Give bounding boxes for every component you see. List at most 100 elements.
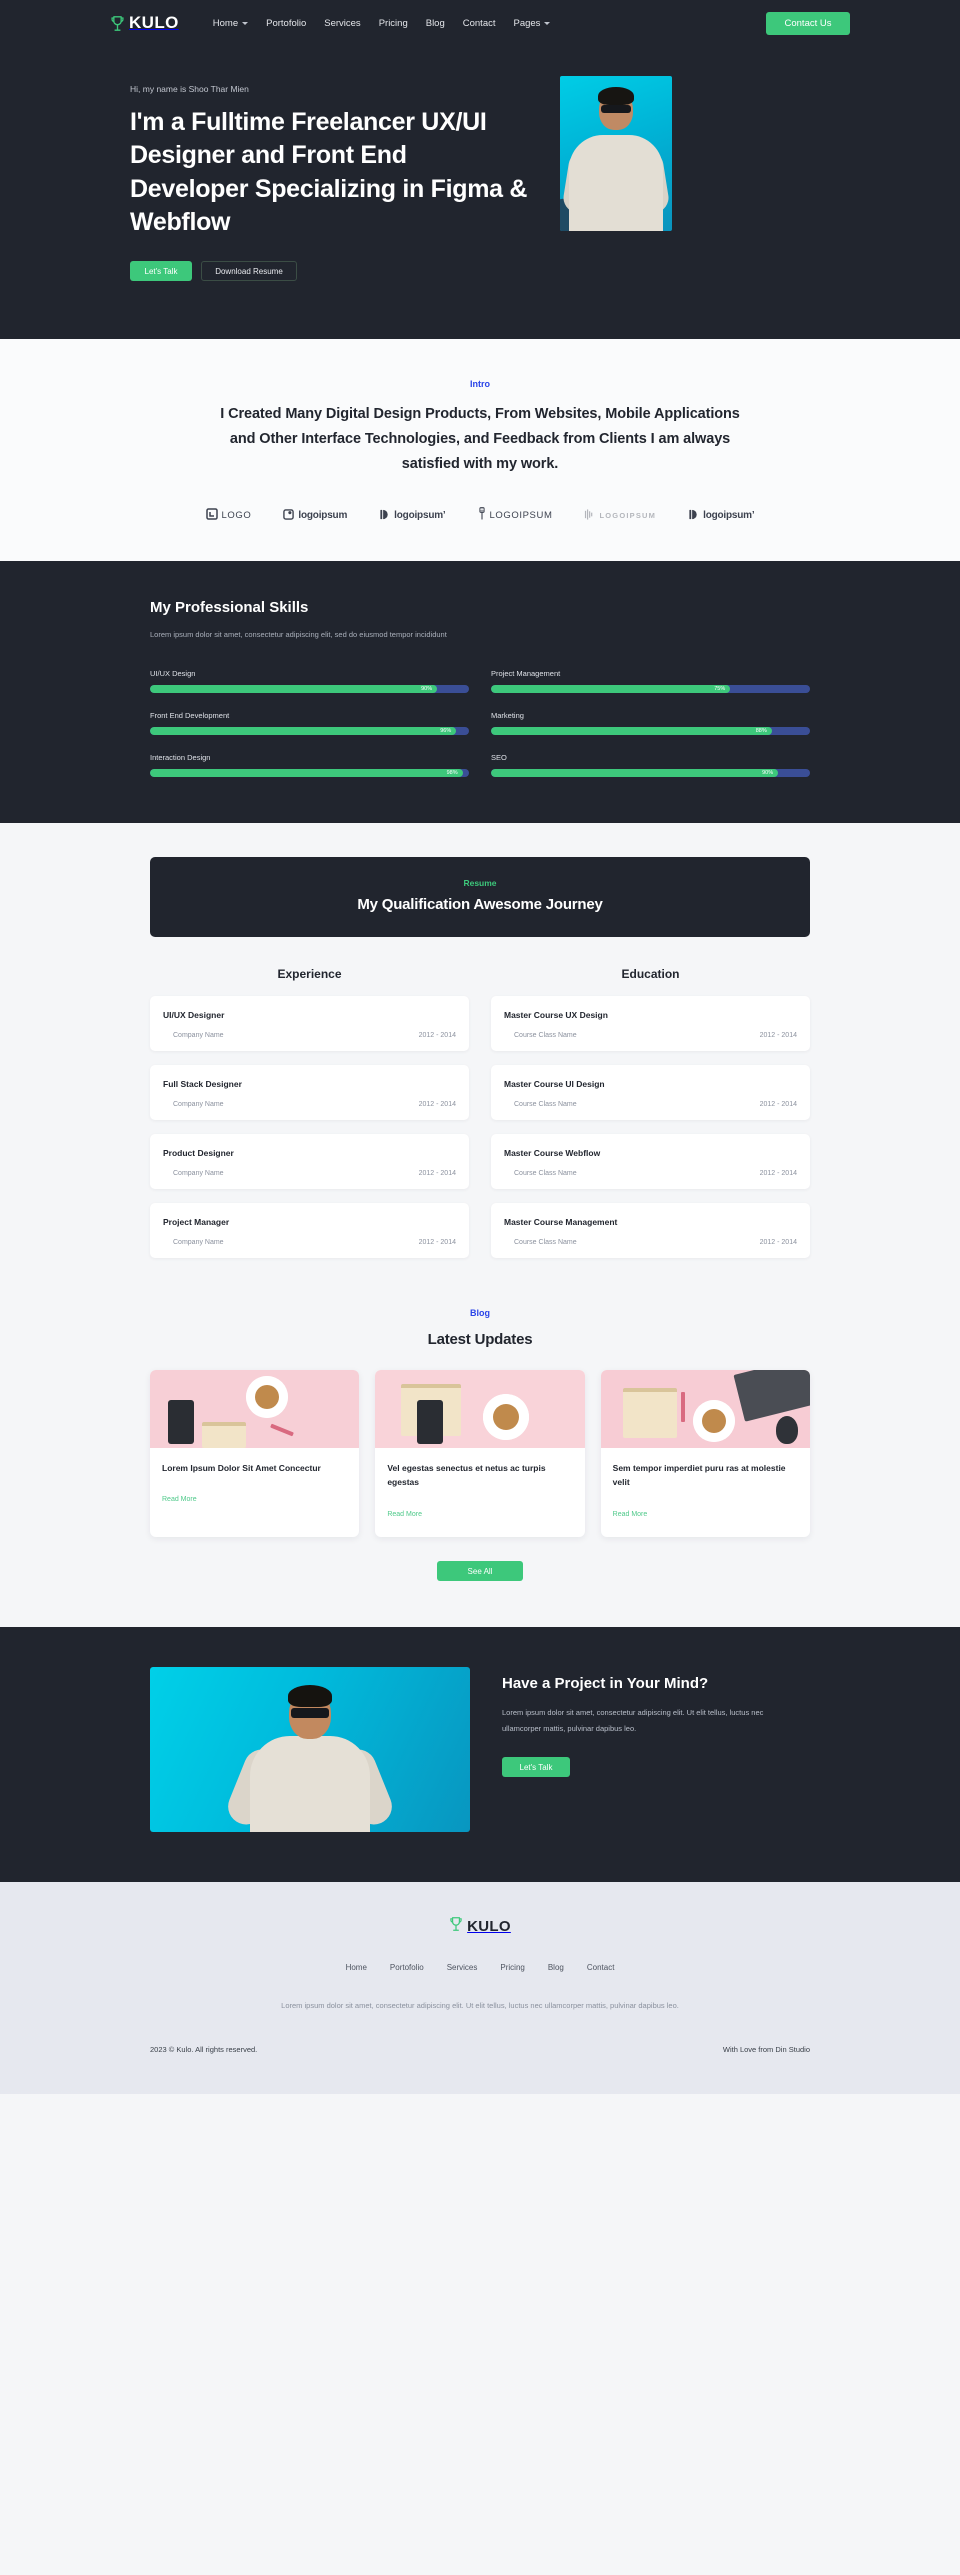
- skill-label: Marketing: [491, 710, 524, 720]
- resume-section: Resume My Qualification Awesome Journey …: [0, 822, 960, 1272]
- resume-banner-title: My Qualification Awesome Journey: [357, 895, 603, 913]
- sunglasses-icon: [601, 105, 631, 113]
- nav-item-services[interactable]: Services: [324, 18, 360, 29]
- nav-item-blog[interactable]: Blog: [426, 18, 445, 29]
- nav-item-label: Services: [324, 17, 361, 29]
- cta-lets-talk-button[interactable]: Let's Talk: [502, 1757, 570, 1778]
- footer-link-pricing[interactable]: Pricing: [500, 1963, 524, 1972]
- notepad-shape: [622, 1387, 677, 1438]
- footer-bottom-bar: 2023 © Kulo. All rights reserved. With L…: [150, 2045, 810, 2054]
- nav-item-contact[interactable]: Contact: [463, 18, 496, 29]
- coffee-liquid-shape: [701, 1408, 726, 1433]
- resume-eyebrow: Resume: [463, 877, 497, 888]
- blog-card-title: Sem tempor imperdiet puru ras at molesti…: [612, 1462, 786, 1488]
- footer-link-home[interactable]: Home: [346, 1963, 367, 1972]
- footer-link-blog[interactable]: Blog: [548, 1963, 564, 1972]
- blog-card[interactable]: Lorem Ipsum Dolor Sit Amet Concectur Rea…: [150, 1369, 360, 1538]
- portrait-body: [569, 135, 663, 231]
- lets-talk-button[interactable]: Let's Talk: [130, 261, 192, 281]
- client-logo: logoipsum’: [379, 507, 446, 525]
- education-title: Master Course Webflow: [504, 1147, 601, 1158]
- education-course: Course Class Name: [514, 1238, 577, 1246]
- skill-item: UI/UX Design 90%: [150, 669, 469, 693]
- trophy-icon: [449, 1916, 463, 1937]
- client-logo: logoipsum: [283, 507, 347, 525]
- read-more-link[interactable]: Read More: [162, 1496, 197, 1503]
- footer-credit: With Love from Din Studio: [722, 2044, 810, 2054]
- chevron-down-icon: [242, 21, 249, 25]
- cta-title: Have a Project in Your Mind?: [502, 1675, 709, 1693]
- footer-brand-logo[interactable]: KULO: [449, 1916, 511, 1937]
- education-title: Master Course Management: [504, 1216, 618, 1227]
- download-resume-button[interactable]: Download Resume: [201, 261, 297, 281]
- experience-card: Project Manager Company Name 2012 - 2014: [150, 1202, 469, 1258]
- experience-heading: Experience: [277, 966, 342, 981]
- client-logo-label: LOGO: [221, 510, 252, 522]
- nav-item-label: Portofolio: [266, 17, 307, 29]
- nav-item-label: Blog: [425, 17, 445, 29]
- nav-item-label: Pages: [513, 17, 541, 29]
- education-title: Master Course UX Design: [504, 1009, 608, 1020]
- nav-item-pages[interactable]: Pages: [514, 18, 551, 29]
- skill-item: SEO 90%: [491, 753, 810, 777]
- nav-item-pricing[interactable]: Pricing: [379, 18, 408, 29]
- nav-item-label: Contact: [462, 17, 496, 29]
- blog-title: Latest Updates: [427, 1330, 533, 1348]
- footer-description: Lorem ipsum dolor sit amet, consectetur …: [281, 2001, 679, 2011]
- skills-section: My Professional Skills Lorem ipsum dolor…: [0, 560, 960, 823]
- skill-progress-track: 75%: [491, 684, 810, 693]
- skill-progress-track: 96%: [150, 726, 469, 735]
- footer-nav: Home Portofolio Services Pricing Blog Co…: [0, 1963, 960, 1972]
- skill-percent: 75%: [714, 685, 726, 692]
- footer-link-portofolio[interactable]: Portofolio: [390, 1963, 424, 1972]
- cta-section: Have a Project in Your Mind? Lorem ipsum…: [0, 1627, 960, 1883]
- phone-shape: [417, 1399, 444, 1444]
- read-more-link[interactable]: Read More: [613, 1511, 648, 1518]
- site-footer: KULO Home Portofolio Services Pricing Bl…: [0, 1882, 960, 2094]
- main-navbar: KULO Home Portofolio Services Pricing Bl…: [0, 0, 960, 46]
- education-card: Master Course Management Course Class Na…: [491, 1202, 810, 1258]
- contact-us-button[interactable]: Contact Us: [766, 11, 850, 35]
- education-course: Course Class Name: [514, 1169, 577, 1177]
- cta-portrait-image: [150, 1667, 470, 1833]
- blog-card[interactable]: Vel egestas senectus et netus ac turpis …: [375, 1369, 585, 1538]
- nav-item-portofolio[interactable]: Portofolio: [266, 18, 306, 29]
- see-all-button[interactable]: See All: [437, 1561, 523, 1582]
- intro-section: Intro I Created Many Digital Design Prod…: [0, 339, 960, 561]
- read-more-link[interactable]: Read More: [387, 1511, 422, 1518]
- skills-title: My Professional Skills: [150, 598, 309, 616]
- skill-progress-fill: 88%: [491, 726, 772, 735]
- experience-company: Company Name: [173, 1238, 224, 1246]
- education-card: Master Course Webflow Course Class Name …: [491, 1133, 810, 1189]
- client-logo: LOGOIPSUM: [584, 507, 656, 525]
- education-years: 2012 - 2014: [759, 1169, 797, 1177]
- education-years: 2012 - 2014: [759, 1031, 797, 1039]
- cta-text: Lorem ipsum dolor sit amet, consectetur …: [502, 1708, 764, 1734]
- intro-headline: I Created Many Digital Design Products, …: [220, 406, 740, 472]
- experience-company: Company Name: [173, 1100, 224, 1108]
- hero-buttons: Let's Talk Download Resume: [130, 261, 530, 281]
- page-root: KULO Home Portofolio Services Pricing Bl…: [0, 0, 960, 2094]
- blog-card[interactable]: Sem tempor imperdiet puru ras at molesti…: [600, 1369, 810, 1538]
- skill-percent: 90%: [762, 769, 774, 776]
- skills-grid: UI/UX Design 90% Project Management 75%: [150, 669, 810, 777]
- skill-progress-track: 90%: [491, 768, 810, 777]
- footer-link-services[interactable]: Services: [447, 1963, 478, 1972]
- brand-name: KULO: [129, 13, 179, 32]
- experience-years: 2012 - 2014: [418, 1031, 456, 1039]
- cta-body: [250, 1736, 370, 1833]
- hero-portrait-image: [560, 76, 672, 231]
- brand-logo[interactable]: KULO: [110, 13, 179, 33]
- sunglasses-icon: [291, 1708, 329, 1719]
- footer-link-contact[interactable]: Contact: [587, 1963, 615, 1972]
- logo-flag-icon: [283, 507, 295, 525]
- experience-years: 2012 - 2014: [418, 1100, 456, 1108]
- education-years: 2012 - 2014: [759, 1238, 797, 1246]
- nav-item-home[interactable]: Home: [212, 17, 249, 29]
- skill-label: Interaction Design: [150, 752, 211, 762]
- education-title: Master Course UI Design: [504, 1078, 605, 1089]
- nav-item-label: Pricing: [378, 17, 408, 29]
- skill-item: Marketing 88%: [491, 711, 810, 735]
- skill-progress-fill: 98%: [150, 768, 463, 777]
- nav-item-label: Home: [212, 17, 239, 29]
